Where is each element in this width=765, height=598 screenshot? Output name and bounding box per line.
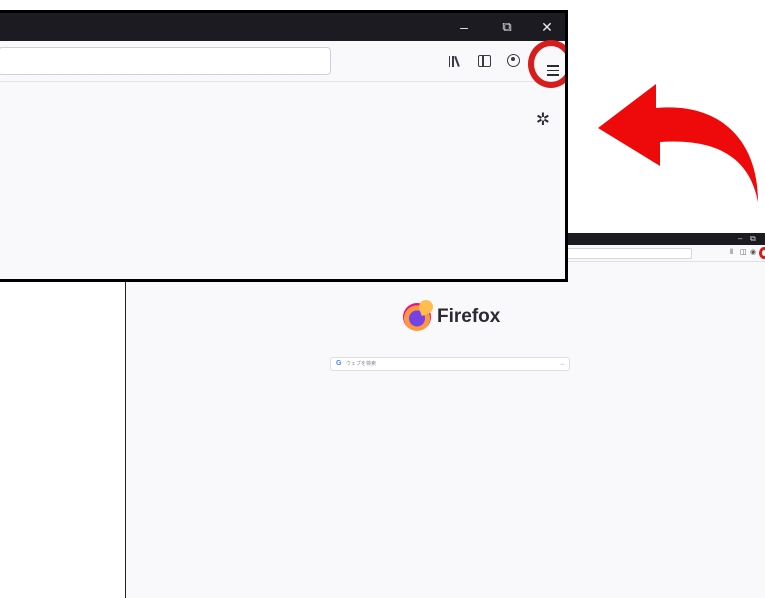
library-icon[interactable]: ⦀ <box>730 248 733 257</box>
minimize-button[interactable]: – <box>452 17 476 37</box>
title-bar: – ⧉ ✕ <box>0 13 565 41</box>
firefox-logo-icon <box>403 303 431 331</box>
account-icon[interactable] <box>504 52 524 70</box>
firefox-branding: Firefox <box>403 303 500 331</box>
menu-highlight-ring <box>759 247 765 259</box>
firefox-wordmark: Firefox <box>437 306 501 327</box>
gear-icon[interactable]: ✲ <box>533 110 553 130</box>
firefox-window: – ⧉ ⦀ ◫ ◉ Firefox G ウェブを検索 → <box>125 233 765 598</box>
restore-button[interactable]: ⧉ <box>495 17 519 37</box>
address-bar[interactable] <box>0 47 331 75</box>
menu-highlight-ring <box>528 40 565 88</box>
zoomed-inset: – ⧉ ✕ ✲ <box>0 10 568 282</box>
restore-icon[interactable]: ⧉ <box>750 234 756 244</box>
tutorial-canvas: – ⧉ ⦀ ◫ ◉ Firefox G ウェブを検索 → – ⧉ ✕ ✲ <box>0 0 765 598</box>
account-icon[interactable]: ◉ <box>750 248 756 257</box>
sidebar-icon[interactable] <box>475 52 495 70</box>
sidebar-icon[interactable]: ◫ <box>740 248 747 257</box>
search-go-icon[interactable]: → <box>559 359 565 369</box>
navigation-toolbar <box>0 41 565 82</box>
search-placeholder: ウェブを検索 <box>346 361 377 367</box>
web-search-box[interactable]: G ウェブを検索 → <box>330 357 570 371</box>
google-icon: G <box>336 360 342 367</box>
minimize-icon[interactable]: – <box>738 234 742 244</box>
close-button[interactable]: ✕ <box>535 17 559 37</box>
curved-arrow-icon <box>598 84 758 202</box>
library-icon[interactable] <box>444 52 464 70</box>
